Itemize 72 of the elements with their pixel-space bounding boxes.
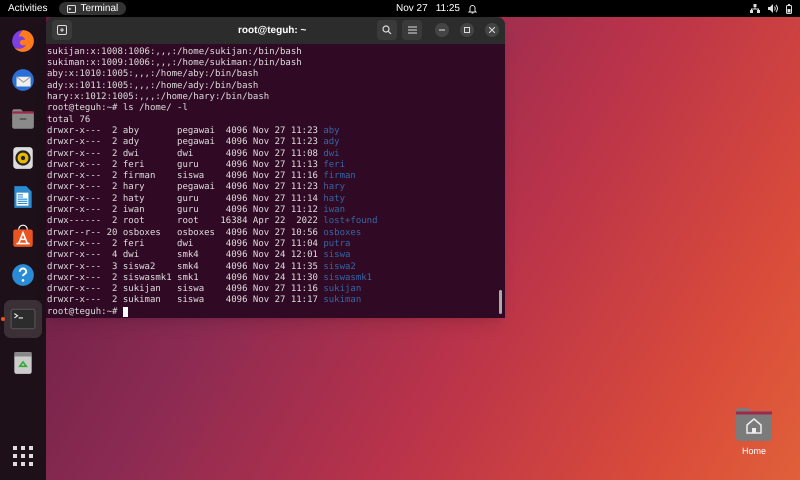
close-button[interactable] [485,23,499,38]
network-icon[interactable] [750,4,760,13]
directory-name: siswasmk1 [323,272,372,284]
window-title: root@teguh: ~ [238,24,306,38]
directory-name: iwan [323,205,346,216]
shell-prompt: root@teguh:~# [47,306,118,318]
directory-name: sukijan [323,284,362,295]
menu-button[interactable] [402,20,422,40]
directory-name: lost+found [323,216,378,228]
terminal-line: aby:x:1010:1005:,,,:/home/aby:/bin/bash [47,69,258,81]
file-details: drwxr-x--- 2 feri guru 4096 Nov 27 11:13 [47,160,318,171]
file-details: drwxr-x--- 4 dwi smk4 4096 Nov 24 12:01 [47,250,318,262]
directory-name: siswa [323,250,350,262]
text-cursor [122,306,128,317]
volume-icon[interactable] [768,4,778,13]
file-details: drwxr-x--- 2 aby pegawai 4096 Nov 27 11:23 [47,126,318,137]
terminal-icon [67,4,76,12]
terminal-icon [10,306,36,332]
home-label[interactable]: Home [742,445,766,458]
search-icon [382,25,392,36]
home-folder-icon[interactable] [736,407,772,441]
directory-name: dwi [323,148,340,160]
file-details: drwxr--r-- 20 osboxes osboxes 4096 Nov 27 10:56 [47,228,318,239]
file-details: drwxr-x--- 2 haty guru 4096 Nov 27 11:14 [47,194,318,205]
terminal-line: root@teguh:~# ls /home/ -l [47,103,188,115]
file-details: drwxr-x--- 2 iwan guru 4096 Nov 27 11:12 [47,205,318,216]
file-details: drwxr-x--- 2 hary pegawai 4096 Nov 27 11:23 [47,182,318,194]
file-details: drwxr-x--- 2 ady pegawai 4096 Nov 27 11:23 [47,137,318,149]
file-details: drwxr-x--- 2 sukijan siswa 4096 Nov 27 11:16 [47,284,318,295]
file-details: drwx------ 2 root root 16384 Apr 22 2022 [47,216,318,228]
directory-name: putra [323,238,350,250]
terminal-line: sukijan:x:1008:1006:,,,:/home/sukijan:/bin/bash [47,46,302,58]
directory-name: haty [323,194,346,205]
directory-name: ady [323,137,340,149]
menu-icon [408,26,416,34]
directory-name: siswa2 [323,262,356,273]
search-button[interactable] [377,20,397,40]
file-details: drwxr-x--- 2 firman siswa 4096 Nov 27 11:16 [47,171,318,182]
app-menu-button[interactable]: Terminal [59,2,126,15]
close-icon [489,27,495,34]
minimize-button[interactable] [435,23,449,38]
directory-name: hary [323,182,346,194]
help-icon [10,262,36,288]
terminal-line: total 76 [47,114,90,126]
directory-name: aby [323,126,340,137]
file-details: drwxr-x--- 2 sukiman siswa 4096 Nov 27 11:17 [47,295,318,307]
minimize-icon [439,29,445,32]
date-text: Nov 27 [396,2,428,16]
clock-button[interactable]: Nov 27 11:25 [396,0,477,17]
file-details: drwxr-x--- 2 feri dwi 4096 Nov 27 11:04 [47,238,318,250]
new-tab-button[interactable] [52,20,72,40]
mail-icon [10,67,36,93]
running-indicator [1,317,5,321]
app-grid-icon[interactable] [13,446,33,466]
maximize-icon [464,27,470,34]
maximize-button[interactable] [460,23,474,38]
file-details: drwxr-x--- 2 siswasmk1 smk1 4096 Nov 24 11:30 [47,272,318,284]
file-details: drwxr-x--- 2 dwi dwi 4096 Nov 27 11:08 [47,148,318,160]
firefox-icon [10,28,36,54]
directory-name: feri [323,160,346,171]
scrollbar[interactable] [499,290,502,314]
directory-name: firman [323,171,356,182]
bell-icon [468,4,477,14]
terminal-line: ady:x:1011:1005:,,,:/home/ady:/bin/bash [47,80,258,92]
file-details: drwxr-x--- 3 siswa2 smk4 4096 Nov 24 11:35 [47,262,318,273]
battery-icon[interactable] [786,4,792,14]
terminal-line: sukiman:x:1009:1006:,,,:/home/sukiman:/bin/bash [47,58,302,69]
directory-name: sukiman [323,295,362,307]
activities-button[interactable]: Activities [8,1,48,16]
new-tab-icon [57,25,67,36]
terminal-line: hary:x:1012:1005:,,,:/home/hary:/bin/bash [47,92,270,103]
directory-name: osboxes [323,228,362,239]
